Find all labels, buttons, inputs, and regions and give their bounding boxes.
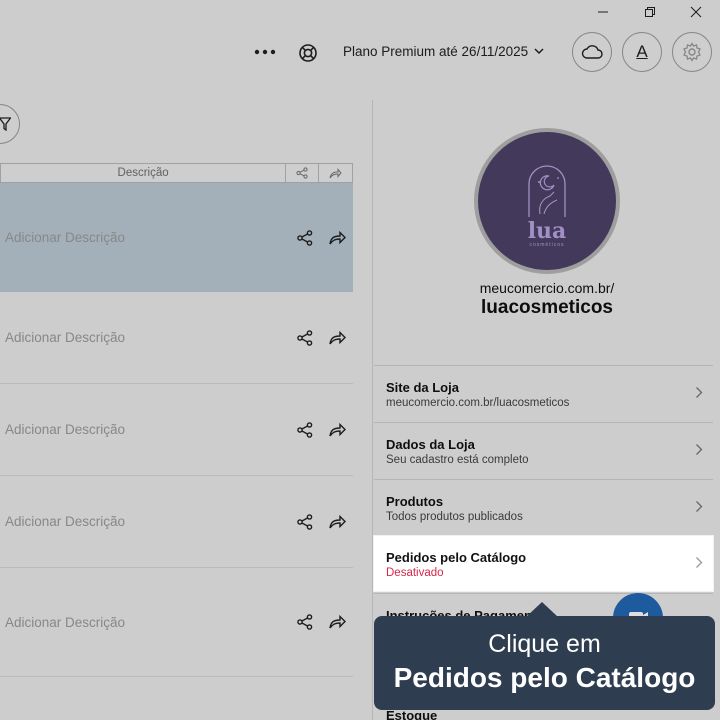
forward-button[interactable] bbox=[321, 615, 353, 629]
share-button[interactable] bbox=[289, 513, 321, 530]
moon-hand-logo-icon bbox=[528, 165, 566, 217]
store-name: luacosmeticos bbox=[481, 297, 613, 318]
store-domain: meucomercio.com.br/ bbox=[479, 280, 615, 296]
row-description[interactable]: Adicionar Descrição bbox=[0, 514, 289, 529]
row-description[interactable]: Adicionar Descrição bbox=[0, 422, 289, 437]
cloud-icon bbox=[581, 45, 603, 59]
close-icon bbox=[690, 6, 702, 18]
chevron-down-icon bbox=[534, 48, 544, 55]
share-button[interactable] bbox=[289, 329, 321, 346]
tooltip-arrow bbox=[526, 602, 558, 617]
plan-dropdown[interactable]: Plano Premium até 26/11/2025 bbox=[343, 44, 544, 59]
settings-button[interactable] bbox=[672, 32, 712, 72]
minimize-button[interactable] bbox=[580, 0, 626, 24]
forward-icon bbox=[328, 615, 346, 629]
row-description[interactable]: Adicionar Descrição bbox=[0, 330, 289, 345]
share-icon bbox=[297, 513, 313, 530]
forward-icon bbox=[329, 167, 342, 178]
menu-item-pedidos-pelo-catalogo[interactable]: Pedidos pelo Catálogo Desativado bbox=[374, 536, 713, 591]
share-icon bbox=[297, 329, 313, 346]
menu-item-subtitle: Seu cadastro está completo bbox=[386, 454, 529, 466]
store-logo: lua cosméticos bbox=[474, 128, 620, 274]
table-row[interactable]: Adicionar Descrição bbox=[0, 292, 353, 384]
share-icon bbox=[296, 167, 308, 179]
forward-button[interactable] bbox=[321, 422, 353, 437]
menu-item-title: Pedidos pelo Catálogo bbox=[386, 550, 527, 565]
share-icon bbox=[297, 614, 313, 630]
close-button[interactable] bbox=[673, 0, 719, 24]
menu-item-title: Produtos bbox=[386, 494, 444, 509]
font-button-label: A bbox=[636, 42, 648, 61]
table-row[interactable]: Adicionar Descrição bbox=[0, 183, 353, 292]
forward-icon bbox=[328, 422, 346, 436]
restore-icon bbox=[645, 7, 655, 17]
table-row[interactable]: Adicionar Descrição bbox=[0, 476, 353, 568]
lifebuoy-icon bbox=[299, 44, 317, 62]
share-button[interactable] bbox=[289, 421, 321, 438]
column-header-share bbox=[286, 164, 320, 182]
cloud-sync-button[interactable] bbox=[572, 32, 612, 72]
menu-item-site-da-loja[interactable]: Site da Loja meucomercio.com.br/luacosme… bbox=[374, 365, 713, 420]
gear-icon bbox=[683, 42, 701, 62]
filter-icon bbox=[0, 117, 11, 131]
forward-button[interactable] bbox=[321, 514, 353, 529]
filter-button[interactable] bbox=[0, 104, 20, 144]
share-icon bbox=[297, 229, 313, 246]
panel-divider bbox=[372, 100, 373, 720]
row-description[interactable]: Adicionar Descrição bbox=[0, 230, 289, 245]
table-row[interactable]: Adicionar Descrição bbox=[0, 384, 353, 476]
more-horizontal-icon bbox=[254, 49, 276, 55]
share-icon bbox=[297, 421, 313, 438]
menu-item-dados-da-loja[interactable]: Dados da Loja Seu cadastro está completo bbox=[374, 422, 713, 477]
dim-overlay bbox=[713, 536, 720, 591]
forward-icon bbox=[328, 514, 346, 528]
row-description[interactable]: Adicionar Descrição bbox=[0, 615, 289, 630]
menu-item-status: Desativado bbox=[386, 567, 444, 579]
menu-item-subtitle: Todos produtos publicados bbox=[386, 511, 523, 523]
menu-item-title: Dados da Loja bbox=[386, 437, 475, 452]
forward-icon bbox=[328, 230, 346, 244]
font-size-button[interactable]: A bbox=[622, 32, 662, 72]
tooltip-line1: Clique em bbox=[488, 630, 601, 658]
menu-item-title: Site da Loja bbox=[386, 380, 459, 395]
more-options-button[interactable] bbox=[252, 40, 278, 64]
column-header-forward bbox=[319, 164, 352, 182]
chevron-right-icon bbox=[696, 557, 703, 568]
onboarding-tooltip: Clique em Pedidos pelo Catálogo bbox=[374, 616, 715, 710]
chevron-right-icon bbox=[696, 501, 703, 512]
menu-item-subtitle: meucomercio.com.br/luacosmeticos bbox=[386, 397, 570, 409]
minimize-icon bbox=[598, 11, 608, 13]
table-header: Descrição bbox=[0, 163, 353, 183]
products-table-area: Descrição Adicionar Descrição Adicionar … bbox=[0, 100, 372, 720]
forward-icon bbox=[328, 330, 346, 344]
share-button[interactable] bbox=[289, 614, 321, 630]
column-header-description[interactable]: Descrição bbox=[1, 164, 287, 182]
chevron-right-icon bbox=[696, 444, 703, 455]
menu-item-produtos[interactable]: Produtos Todos produtos publicados bbox=[374, 479, 713, 534]
logo-tagline: cosméticos bbox=[529, 242, 565, 248]
chevron-right-icon bbox=[696, 387, 703, 398]
plan-label: Plano Premium até 26/11/2025 bbox=[343, 44, 529, 59]
restore-button[interactable] bbox=[627, 0, 673, 24]
table-row[interactable]: Adicionar Descrição bbox=[0, 568, 353, 677]
help-button[interactable] bbox=[294, 39, 322, 67]
logo-wordmark: lua bbox=[527, 218, 567, 244]
tooltip-line2: Pedidos pelo Catálogo bbox=[393, 662, 696, 693]
forward-button[interactable] bbox=[321, 330, 353, 345]
forward-button[interactable] bbox=[321, 230, 353, 245]
share-button[interactable] bbox=[289, 229, 321, 246]
